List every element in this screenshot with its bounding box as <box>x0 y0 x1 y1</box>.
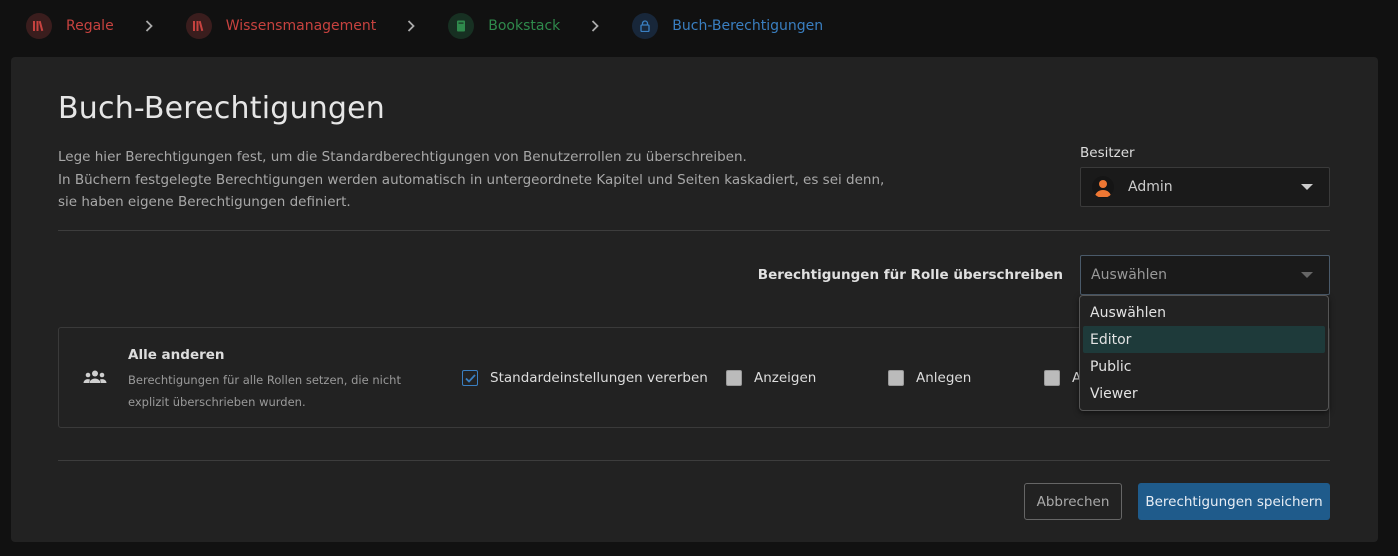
chevron-right-icon <box>138 20 160 32</box>
checkbox-inherit-defaults[interactable]: Standardeinstellungen vererben <box>462 370 708 386</box>
everyone-else-title: Alle anderen <box>128 347 225 363</box>
bookshelf-icon <box>185 13 212 39</box>
avatar <box>1092 176 1114 198</box>
breadcrumb: Regale Wissensmanagement Bookstack Buch-… <box>26 12 823 40</box>
checkbox-update[interactable]: A <box>1044 370 1081 386</box>
dropdown-option-public[interactable]: Public <box>1083 353 1325 380</box>
book-icon <box>448 13 475 39</box>
page-description: Lege hier Berechtigungen fest, um die St… <box>58 146 898 214</box>
checkbox-unchecked-icon[interactable] <box>726 370 742 386</box>
everyone-else-subtitle: Berechtigungen für alle Rollen setzen, d… <box>128 373 401 409</box>
save-permissions-button[interactable]: Berechtigungen speichern <box>1138 483 1330 520</box>
checkbox-unchecked-icon[interactable] <box>888 370 904 386</box>
role-override-label: Berechtigungen für Rolle überschreiben <box>757 267 1063 283</box>
owner-select[interactable]: Admin <box>1080 167 1330 207</box>
breadcrumb-label: Regale <box>66 18 114 34</box>
description-line: Lege hier Berechtigungen fest, um die St… <box>58 149 747 165</box>
divider <box>58 230 1330 231</box>
checkbox-label: Anzeigen <box>754 370 817 386</box>
breadcrumb-item-wissensmanagement[interactable]: Wissensmanagement <box>185 13 377 39</box>
breadcrumb-item-buch-berechtigungen[interactable]: Buch-Berechtigungen <box>632 13 823 39</box>
dropdown-option-viewer[interactable]: Viewer <box>1083 380 1325 407</box>
caret-down-icon <box>1301 272 1313 278</box>
chevron-right-icon <box>584 20 606 32</box>
breadcrumb-label: Buch-Berechtigungen <box>672 18 824 34</box>
role-select-dropdown: Auswählen Editor Public Viewer <box>1079 295 1329 411</box>
role-select-value: Auswählen <box>1091 267 1168 283</box>
breadcrumb-label: Wissensmanagement <box>225 18 377 34</box>
users-icon <box>83 369 107 389</box>
breadcrumb-label: Bookstack <box>488 18 561 34</box>
page-title: Buch-Berechtigungen <box>58 91 386 126</box>
checkbox-create[interactable]: Anlegen <box>888 370 971 386</box>
checkbox-label: Standardeinstellungen vererben <box>490 370 708 386</box>
dropdown-option-editor[interactable]: Editor <box>1083 326 1325 353</box>
breadcrumb-item-regale[interactable]: Regale <box>26 13 114 39</box>
lock-icon <box>632 13 659 39</box>
chevron-right-icon <box>400 20 422 32</box>
owner-name: Admin <box>1128 179 1173 195</box>
dropdown-option-auswaehlen[interactable]: Auswählen <box>1083 299 1325 326</box>
checkbox-unchecked-icon[interactable] <box>1044 370 1060 386</box>
divider <box>58 460 1330 461</box>
owner-label: Besitzer <box>1080 145 1135 161</box>
checkbox-checked-icon[interactable] <box>462 370 478 386</box>
checkbox-label: Anlegen <box>916 370 972 386</box>
caret-down-icon <box>1301 184 1313 190</box>
bookshelf-icon <box>26 13 52 39</box>
cancel-button[interactable]: Abbrechen <box>1024 483 1122 520</box>
role-override-select[interactable]: Auswählen <box>1080 255 1330 295</box>
checkbox-view[interactable]: Anzeigen <box>726 370 816 386</box>
description-line: In Büchern festgelegte Berechtigungen we… <box>58 171 885 211</box>
breadcrumb-item-bookstack[interactable]: Bookstack <box>448 13 560 39</box>
